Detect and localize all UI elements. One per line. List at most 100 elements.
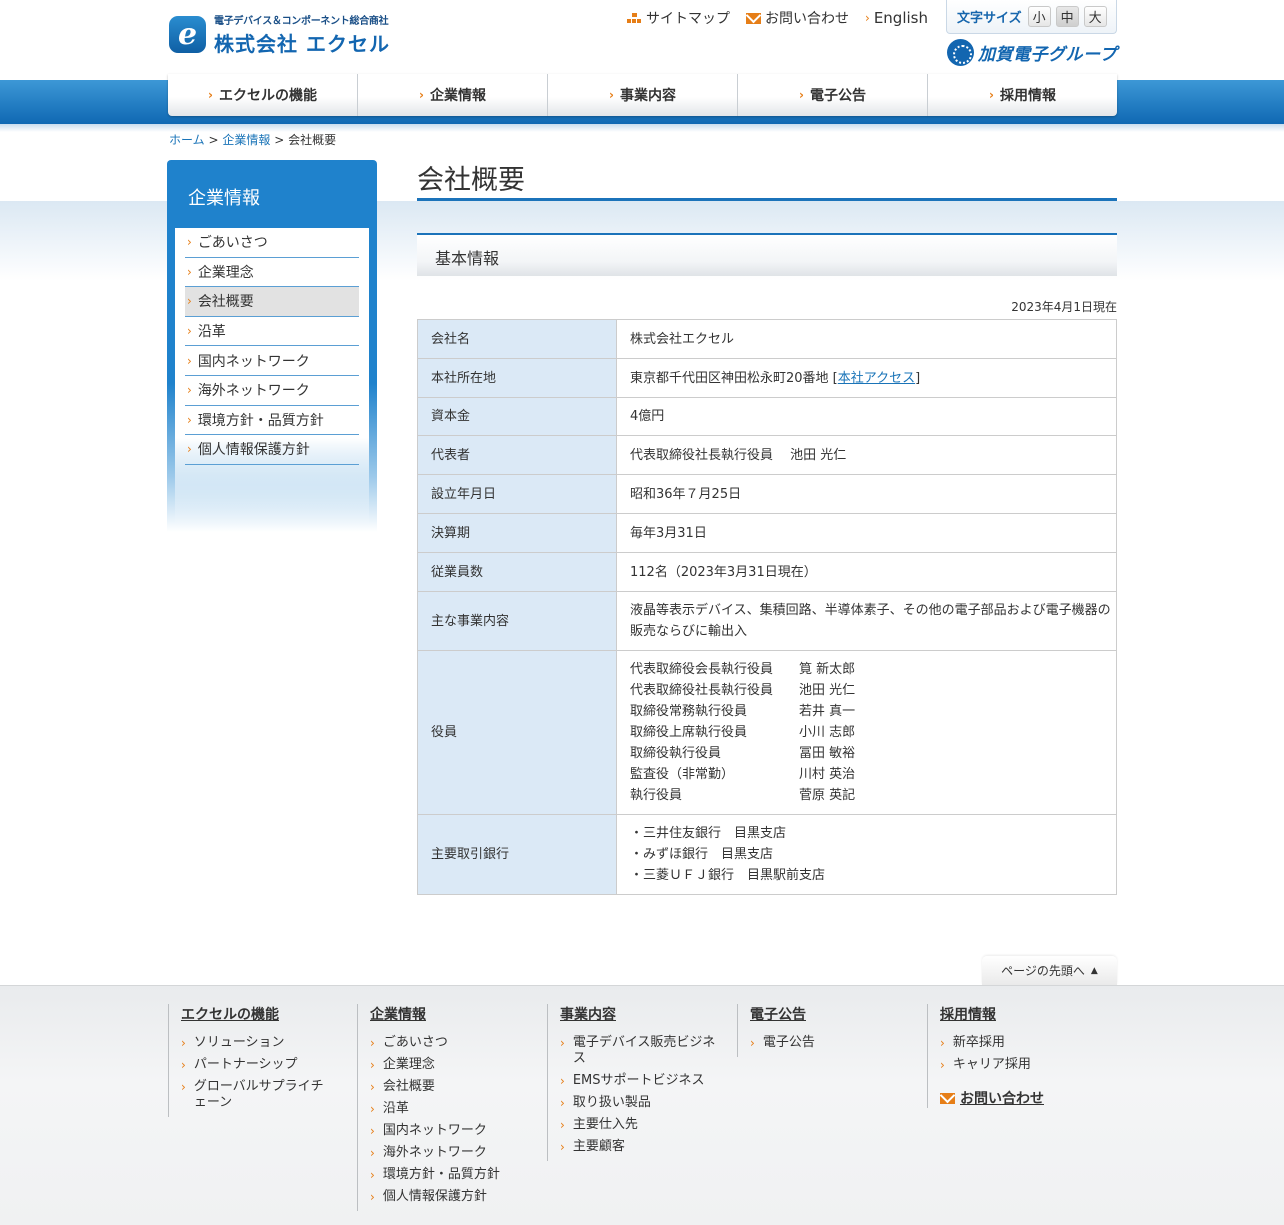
footer-link[interactable]: › 取り扱い製品 — [560, 1095, 737, 1111]
utility-nav: サイトマップ お問い合わせ › English — [627, 8, 944, 28]
footer-col-recruit: 採用情報 › 新卒採用 › キャリア採用 お問い合わせ — [927, 1004, 1117, 1108]
nav-item-recruit[interactable]: › 採用情報 — [928, 74, 1117, 116]
nav-item-public-notice[interactable]: › 電子公告 — [738, 74, 928, 116]
officer-title: 代表取締役社長執行役員 — [630, 683, 774, 698]
sidebar-item-environment-policy[interactable]: › 環境方針・品質方針 — [185, 406, 359, 436]
footer-heading[interactable]: 採用情報 — [940, 1004, 1117, 1024]
footer-link[interactable]: › 主要顧客 — [560, 1139, 737, 1155]
font-size-small-button[interactable]: 小 — [1027, 6, 1051, 27]
sidebar-item-label: ごあいさつ — [197, 235, 268, 252]
footer-link[interactable]: › EMSサポートビジネス — [560, 1073, 737, 1089]
table-row: 代表者 代表取締役社長執行役員 池田 光仁 — [417, 435, 1117, 475]
group-logo[interactable]: 加賀電子グループ — [947, 39, 1117, 66]
officer-name: 小川 志郎 — [799, 725, 856, 740]
footer-link[interactable]: › 電子デバイス販売ビジネス — [560, 1035, 737, 1067]
sitemap-link[interactable]: サイトマップ — [627, 8, 730, 28]
sidebar-item-label: 企業理念 — [197, 264, 254, 281]
sidebar-item-overseas-network[interactable]: › 海外ネットワーク — [185, 376, 359, 406]
nav-label: 電子公告 — [809, 88, 866, 104]
chevron-right-icon: › — [370, 1058, 375, 1072]
page-top-button[interactable]: ページの先頭へ ▲ — [982, 956, 1117, 985]
group-emblem-icon — [947, 39, 974, 66]
row-label: 本社所在地 — [417, 358, 617, 398]
breadcrumb-current: 会社概要 — [288, 133, 337, 147]
sidebar-item-label: 環境方針・品質方針 — [197, 412, 324, 429]
bank-entry: ・三菱ＵＦＪ銀行 目黒駅前支店 — [630, 868, 826, 883]
footer-link[interactable]: › 電子公告 — [750, 1035, 927, 1051]
chevron-right-icon: › — [560, 1118, 565, 1132]
table-row: 主要取引銀行 ・三井住友銀行 目黒支店 ・みずほ銀行 目黒支店 ・三菱ＵＦＪ銀行… — [417, 814, 1117, 895]
contact-link[interactable]: お問い合わせ — [746, 8, 849, 28]
sidebar-item-greeting[interactable]: › ごあいさつ — [185, 228, 359, 258]
sidebar-item-history[interactable]: › 沿革 — [185, 317, 359, 347]
footer-link[interactable]: › 海外ネットワーク — [370, 1145, 547, 1161]
sidebar-item-philosophy[interactable]: › 企業理念 — [185, 258, 359, 288]
fiscal-year-value: 毎年3月31日 — [616, 513, 1117, 553]
site-header: e 電子デバイス＆コンポーネント総合商社 株式会社 エクセル サイトマップ お問… — [0, 0, 1284, 74]
footer-link-label: 電子公告 — [762, 1035, 815, 1050]
row-label: 従業員数 — [417, 552, 617, 592]
chevron-right-icon: › — [187, 235, 192, 250]
chevron-right-icon: › — [187, 383, 192, 398]
sidebar-item-domestic-network[interactable]: › 国内ネットワーク — [185, 346, 359, 376]
footer-link-label: 国内ネットワーク — [382, 1123, 487, 1138]
breadcrumb-company[interactable]: 企業情報 — [222, 133, 270, 147]
banks-cell: ・三井住友銀行 目黒支店 ・みずほ銀行 目黒支店 ・三菱ＵＦＪ銀行 目黒駅前支店 — [616, 814, 1117, 895]
chevron-right-icon: › — [187, 442, 192, 457]
chevron-right-icon: › — [370, 1036, 375, 1050]
footer-link[interactable]: › 環境方針・品質方針 — [370, 1167, 547, 1183]
row-label: 会社名 — [417, 319, 617, 359]
font-size-label: 文字サイズ — [957, 11, 1022, 26]
font-size-large-button[interactable]: 大 — [1083, 6, 1107, 27]
footer-link[interactable]: › 沿革 — [370, 1101, 547, 1117]
footer-link[interactable]: › 国内ネットワーク — [370, 1123, 547, 1139]
footer-link[interactable]: › 新卒採用 — [940, 1035, 1117, 1051]
row-label: 設立年月日 — [417, 474, 617, 514]
chevron-right-icon: › — [370, 1190, 375, 1204]
footer-heading[interactable]: 事業内容 — [560, 1004, 737, 1024]
representative-value: 代表取締役社長執行役員 池田 光仁 — [616, 435, 1117, 475]
nav-item-business[interactable]: › 事業内容 — [548, 74, 738, 116]
footer-link[interactable]: › グローバルサプライチェーン — [181, 1079, 358, 1111]
footer-link[interactable]: › 主要仕入先 — [560, 1117, 737, 1133]
sidebar-item-label: 沿革 — [197, 324, 226, 341]
breadcrumb-sep: > — [208, 133, 219, 147]
english-link[interactable]: › English — [865, 9, 928, 27]
footer-link[interactable]: › キャリア採用 — [940, 1057, 1117, 1073]
footer-heading[interactable]: 企業情報 — [370, 1004, 547, 1024]
footer-link-label: 新卒採用 — [952, 1035, 1005, 1050]
footer-heading[interactable]: エクセルの機能 — [181, 1004, 358, 1024]
officer-name: 筧 新太郎 — [799, 662, 856, 677]
officer-entry: 取締役上席執行役員 小川 志郎 — [630, 722, 1110, 743]
nav-item-functions[interactable]: › エクセルの機能 — [168, 74, 358, 116]
font-size-medium-button[interactable]: 中 — [1055, 6, 1079, 27]
chevron-right-icon: › — [560, 1096, 565, 1110]
footer-col-business: 事業内容 › 電子デバイス販売ビジネス › EMSサポートビジネス › 取り扱い製品 … — [547, 1004, 737, 1161]
chevron-right-icon: › — [370, 1124, 375, 1138]
footer-link[interactable]: › 会社概要 — [370, 1079, 547, 1095]
footer-link[interactable]: › 企業理念 — [370, 1057, 547, 1073]
capital-value: 4億円 — [616, 397, 1117, 436]
footer-link[interactable]: › 個人情報保護方針 — [370, 1189, 547, 1205]
chevron-right-icon: › — [560, 1036, 565, 1050]
nav-item-company[interactable]: › 企業情報 — [358, 74, 548, 116]
logo-tagline: 電子デバイス＆コンポーネント総合商社 — [214, 16, 389, 27]
nav-label: 事業内容 — [619, 88, 676, 104]
footer-link[interactable]: › ソリューション — [181, 1035, 358, 1051]
footer-link-label: 電子デバイス販売ビジネス — [572, 1035, 716, 1066]
footer-link[interactable]: › パートナーシップ — [181, 1057, 358, 1073]
chevron-right-icon: › — [187, 264, 192, 279]
row-label: 決算期 — [417, 513, 617, 553]
footer-contact-link[interactable]: お問い合わせ — [940, 1088, 1117, 1108]
footer-link[interactable]: › ごあいさつ — [370, 1035, 547, 1051]
nav-label: 企業情報 — [429, 88, 486, 104]
row-label: 主な事業内容 — [417, 591, 617, 651]
sidebar-item-privacy-policy[interactable]: › 個人情報保護方針 — [185, 435, 359, 465]
site-logo[interactable]: e 電子デバイス＆コンポーネント総合商社 株式会社 エクセル — [169, 12, 390, 57]
footer-heading[interactable]: 電子公告 — [750, 1004, 927, 1024]
breadcrumb: ホーム > 企業情報 > 会社概要 — [169, 131, 336, 148]
head-office-access-link[interactable]: 本社アクセス — [838, 371, 915, 386]
arrow-up-icon: ▲ — [1090, 965, 1098, 976]
sidebar-item-overview[interactable]: › 会社概要 — [185, 287, 359, 317]
breadcrumb-home[interactable]: ホーム — [169, 133, 205, 147]
